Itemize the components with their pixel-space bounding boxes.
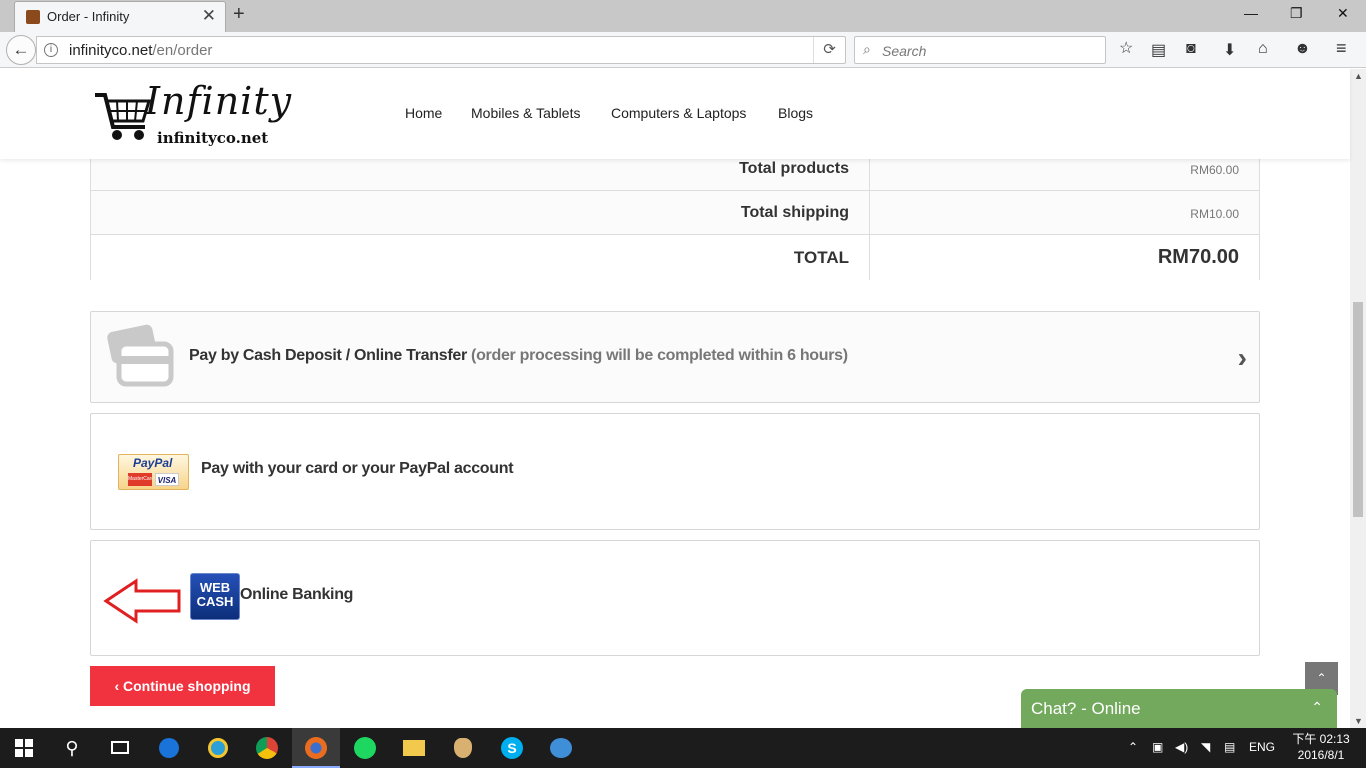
firefox-icon[interactable]: [292, 728, 340, 768]
arrow-left-icon: [103, 578, 181, 624]
file-explorer-icon[interactable]: [390, 728, 438, 768]
windows-taskbar: ⚲ S ⌃ ▣ ◀) ◥ ▤ ENG 下午 02:13 2016/8/1: [0, 728, 1366, 768]
bookmark-star-icon[interactable]: ☆: [1119, 38, 1133, 58]
scrollbar-thumb[interactable]: [1353, 302, 1363, 517]
restore-button[interactable]: ❐: [1290, 5, 1303, 22]
messenger-app-icon[interactable]: [537, 728, 585, 768]
chevron-up-icon[interactable]: ⌃: [1311, 699, 1323, 716]
tray-network-device-icon[interactable]: ▣: [1152, 740, 1163, 754]
clock-time: 下午 02:13: [1292, 732, 1350, 746]
windows-start-icon[interactable]: [0, 728, 48, 768]
system-clock[interactable]: 下午 02:13 2016/8/1: [1290, 731, 1352, 763]
online-banking-label: Online Banking: [240, 586, 354, 603]
site-logo[interactable]: Infinity infinityco.net: [93, 79, 293, 151]
search-input[interactable]: ⌕ Search: [854, 36, 1106, 64]
cash-deposit-title: Pay by Cash Deposit / Online Transfer: [189, 347, 467, 364]
cash-deposit-note: (order processing will be completed with…: [471, 347, 848, 364]
scroll-up-arrow-icon[interactable]: ▲: [1354, 71, 1363, 81]
site-header: Infinity infinityco.net Home Mobiles & T…: [0, 69, 1350, 159]
feedback-icon[interactable]: ☻: [1294, 40, 1311, 58]
site-info-icon[interactable]: i: [44, 43, 58, 57]
internet-explorer-icon[interactable]: [194, 728, 242, 768]
total-products-label: Total products: [739, 160, 849, 177]
credit-card-icon: [107, 324, 174, 387]
pocket-icon[interactable]: ◙: [1186, 40, 1196, 58]
mastercard-logo: MasterCard: [128, 473, 152, 486]
paypal-logo-text: PayPal: [133, 456, 173, 470]
chrome-icon[interactable]: [243, 728, 291, 768]
chat-widget[interactable]: Chat? - Online ⌃: [1021, 689, 1337, 728]
app-icon[interactable]: [439, 728, 487, 768]
paypal-title: Pay with your card or your PayPal accoun…: [201, 460, 514, 477]
total-shipping-row: Total shipping RM10.00: [91, 191, 1259, 235]
wifi-icon[interactable]: ◥: [1201, 740, 1210, 754]
page-viewport: Infinity infinityco.net Home Mobiles & T…: [0, 69, 1366, 728]
page-scrollbar[interactable]: ▲ ▼: [1350, 69, 1366, 728]
site-favicon-icon: [26, 10, 40, 24]
order-totals-table: Total products RM60.00 Total shipping RM…: [90, 149, 1260, 280]
input-language[interactable]: ENG: [1249, 740, 1275, 754]
paypal-logo: PayPal MasterCard VISA: [118, 454, 189, 490]
total-products-value: RM60.00: [1190, 163, 1239, 177]
nav-home[interactable]: Home: [405, 105, 442, 121]
task-view-icon[interactable]: [96, 728, 144, 768]
grand-total-label: TOTAL: [793, 248, 849, 267]
tab-title: Order - Infinity: [47, 9, 130, 24]
url-bar[interactable]: i infinityco.net/en/order ⟳: [36, 36, 846, 64]
browser-tab-bar: Order - Infinity ✕ + — ❐ ✕: [0, 0, 1366, 32]
pay-online-banking-option[interactable]: WEB CASH Online Banking: [90, 540, 1260, 656]
grand-total-row: TOTAL RM70.00: [91, 235, 1259, 280]
spotify-icon[interactable]: [341, 728, 389, 768]
webcash-logo-line1: WEB: [199, 580, 231, 595]
reload-icon[interactable]: ⟳: [813, 37, 845, 63]
notifications-icon[interactable]: ▤: [1224, 740, 1235, 754]
pay-paypal-option[interactable]: PayPal MasterCard VISA Pay with your car…: [90, 413, 1260, 530]
edge-browser-icon[interactable]: [145, 728, 193, 768]
logo-brand-text: Infinity: [145, 79, 293, 123]
nav-mobiles-tablets[interactable]: Mobiles & Tablets: [471, 105, 580, 121]
continue-shopping-button[interactable]: ‹ Continue shopping: [90, 666, 275, 706]
cash-deposit-text: Pay by Cash Deposit / Online Transfer (o…: [189, 347, 848, 365]
logo-domain-text: infinityco.net: [157, 129, 269, 147]
reading-list-icon[interactable]: ▤: [1151, 40, 1166, 60]
home-icon[interactable]: ⌂: [1258, 40, 1268, 58]
shopping-cart-icon: [95, 93, 152, 140]
nav-blogs[interactable]: Blogs: [778, 105, 813, 121]
pay-cash-deposit-option[interactable]: Pay by Cash Deposit / Online Transfer (o…: [90, 311, 1260, 403]
tab-close-icon[interactable]: ✕: [202, 6, 216, 26]
new-tab-button[interactable]: +: [233, 3, 245, 26]
scroll-down-arrow-icon[interactable]: ▼: [1354, 716, 1363, 726]
skype-icon[interactable]: S: [488, 728, 536, 768]
visa-logo: VISA: [155, 473, 179, 486]
webcash-logo-line2: CASH: [196, 594, 234, 609]
clock-date: 2016/8/1: [1297, 748, 1345, 762]
total-shipping-label: Total shipping: [740, 204, 849, 221]
volume-icon[interactable]: ◀): [1175, 740, 1188, 754]
search-icon[interactable]: ⚲: [48, 728, 96, 768]
window-close-button[interactable]: ✕: [1337, 5, 1349, 22]
downloads-icon[interactable]: ⬇: [1223, 40, 1236, 60]
total-shipping-value: RM10.00: [1190, 207, 1239, 221]
menu-icon[interactable]: ≡: [1336, 38, 1347, 59]
grand-total-value: RM70.00: [1157, 246, 1239, 268]
minimize-button[interactable]: —: [1244, 5, 1258, 21]
tray-chevron-up-icon[interactable]: ⌃: [1128, 740, 1138, 754]
url-text[interactable]: infinityco.net/en/order: [69, 42, 212, 59]
back-button[interactable]: ←: [6, 35, 36, 65]
browser-tab[interactable]: Order - Infinity ✕: [14, 1, 226, 32]
chevron-right-icon: ›: [1237, 342, 1247, 373]
search-placeholder: Search: [882, 43, 927, 59]
webcash-logo: WEB CASH: [190, 573, 240, 620]
chat-status-label: Chat? - Online: [1031, 699, 1141, 718]
search-icon: ⌕: [863, 41, 871, 57]
nav-computers-laptops[interactable]: Computers & Laptops: [611, 105, 746, 121]
